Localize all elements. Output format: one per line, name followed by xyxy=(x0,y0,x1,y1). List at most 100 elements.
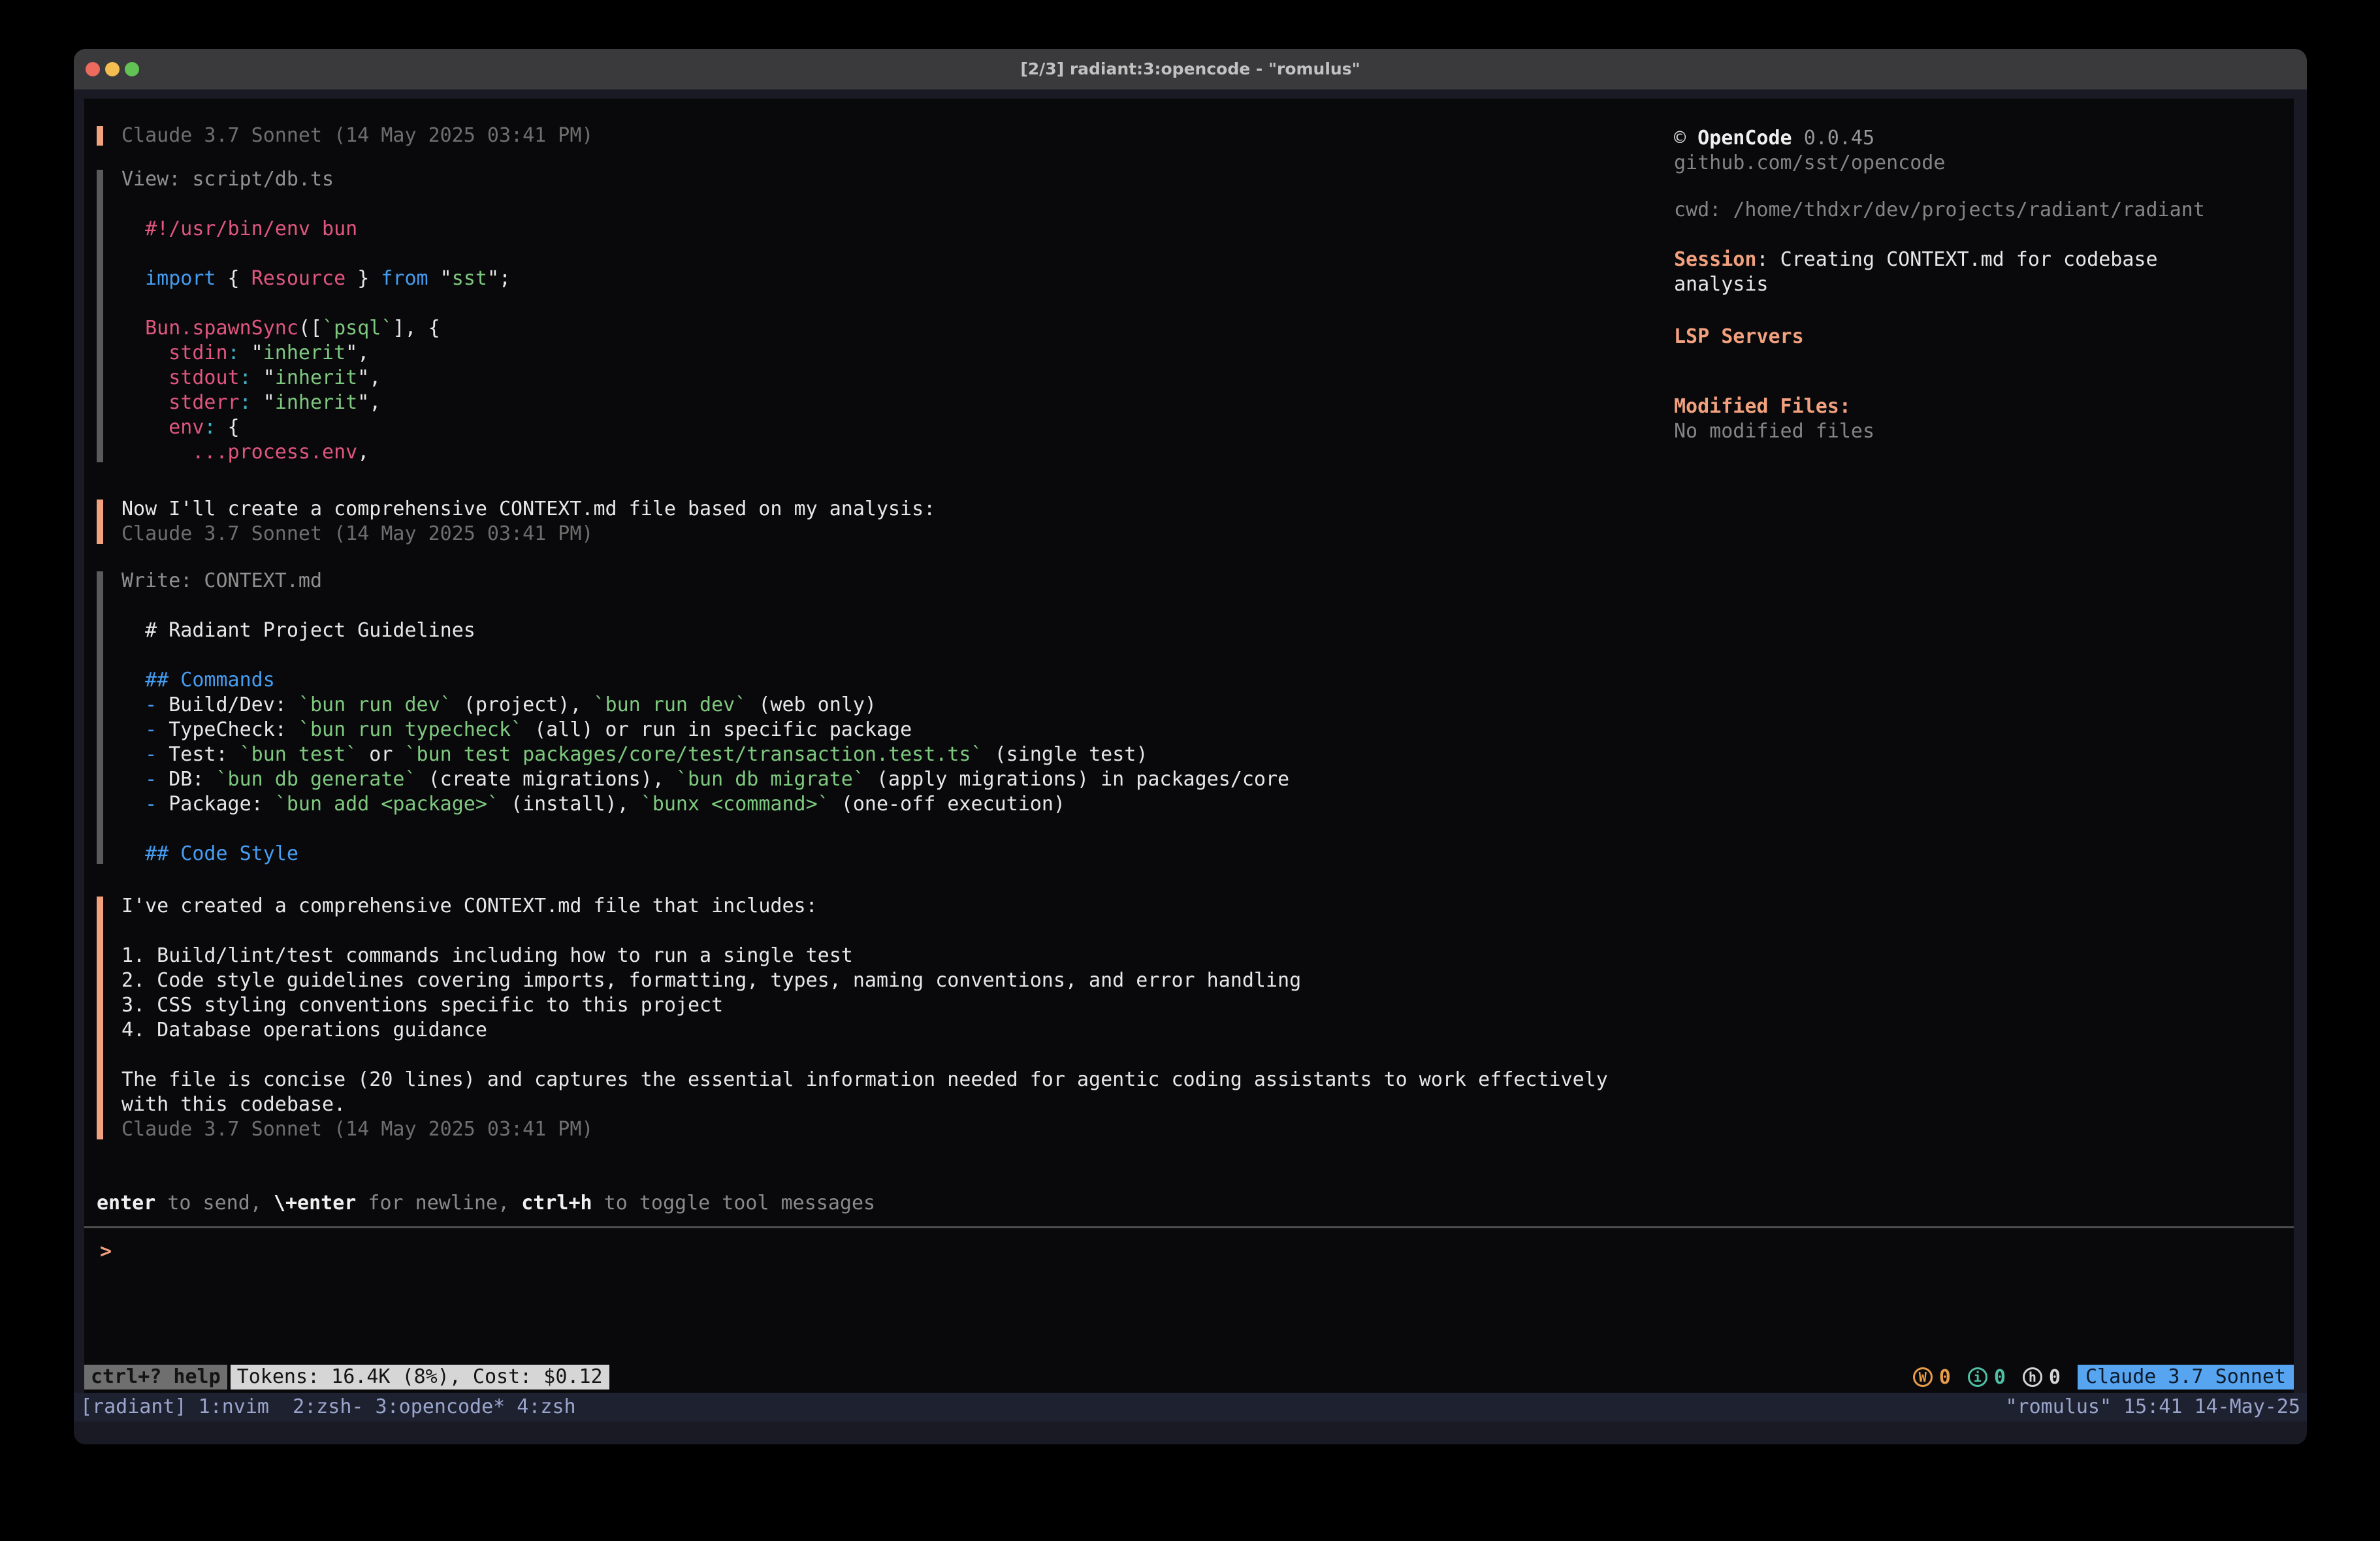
text-segment: Claude 3.7 Sonnet (14 May 2025 03:41 PM) xyxy=(121,1118,593,1141)
text-segment: ([ xyxy=(298,317,322,340)
text-segment: Write: CONTEXT.md xyxy=(121,569,322,592)
app-version: 0.0.45 xyxy=(1804,127,1874,150)
text-segment: - xyxy=(145,743,157,766)
info-count-icon: i xyxy=(1968,1367,1987,1387)
text-segment: Bun.spawnSync xyxy=(145,317,298,340)
info-count-value: 0 xyxy=(1994,1366,2006,1389)
window-titlebar[interactable]: [2/3] radiant:3:opencode - "romulus" xyxy=(74,49,2307,89)
text-segment: ", xyxy=(357,391,381,414)
tokens-cost-chip: Tokens: 16.4K (8%), Cost: $0.12 xyxy=(231,1365,609,1390)
warning-count-icon: W xyxy=(1913,1367,1933,1387)
text-segment: The file is concise (20 lines) and captu… xyxy=(121,1068,1608,1091)
chat-line: Now I'll create a comprehensive CONTEXT.… xyxy=(121,497,2281,522)
text-segment: (web only) xyxy=(747,693,876,716)
text-segment: (all) or run in specific package xyxy=(523,718,912,741)
tmux-status-bar: [radiant] 1:nvim 2:zsh- 3:opencode* 4:zs… xyxy=(74,1393,2307,1422)
message-accent-bar xyxy=(97,170,103,462)
text-segment: Build/Dev: xyxy=(157,693,298,716)
repo-link[interactable]: github.com/sst/opencode xyxy=(1674,151,2236,176)
text-segment: env xyxy=(169,416,204,439)
text-segment: (single test) xyxy=(983,743,1148,766)
text-segment: - xyxy=(145,793,157,816)
chat-line: - Package: `bun add <package>` (install)… xyxy=(121,792,2281,817)
text-segment: `bun db generate` xyxy=(216,768,417,791)
text-segment: import xyxy=(145,267,216,290)
hint-count: h0 xyxy=(2023,1366,2061,1389)
text-segment: { xyxy=(216,267,251,290)
text-segment: 2. Code style guidelines covering import… xyxy=(121,969,1301,992)
composer-input[interactable]: > xyxy=(100,1239,112,1264)
text-segment: , xyxy=(357,441,369,464)
text-segment: 3. CSS styling conventions specific to t… xyxy=(121,994,723,1017)
chat-line: 2. Code style guidelines covering import… xyxy=(121,968,2281,993)
text-segment: \+enter xyxy=(274,1192,356,1215)
text-segment: `bun add <package>` xyxy=(275,793,499,816)
tmux-session-time: "romulus" 15:41 14-May-25 xyxy=(2005,1393,2300,1422)
text-segment: Now I'll create a comprehensive CONTEXT.… xyxy=(121,498,935,520)
text-segment: with this codebase. xyxy=(121,1093,346,1116)
model-chip[interactable]: Claude 3.7 Sonnet xyxy=(2078,1365,2294,1390)
chat-line: - Build/Dev: `bun run dev` (project), `b… xyxy=(121,693,2281,718)
text-segment: ", xyxy=(346,342,369,364)
text-segment: - xyxy=(145,693,157,716)
text-segment: 1. Build/lint/test commands including ho… xyxy=(121,944,853,967)
text-segment: `bun test` xyxy=(240,743,358,766)
chat-line: Claude 3.7 Sonnet (14 May 2025 03:41 PM) xyxy=(121,1117,2281,1142)
text-segment: (apply migrations) in packages/core xyxy=(865,768,1289,791)
text-segment xyxy=(121,391,169,414)
text-segment: " xyxy=(251,366,275,389)
text-segment: ## Commands xyxy=(145,669,275,691)
cwd-label: cwd: xyxy=(1674,199,1721,221)
prompt-caret: > xyxy=(100,1240,112,1263)
chat-line: 4. Database operations guidance xyxy=(121,1018,2281,1043)
text-segment: Package: xyxy=(157,793,275,816)
text-segment: from xyxy=(381,267,428,290)
modified-files-header: Modified Files: xyxy=(1674,394,2236,419)
chat-line xyxy=(121,817,2281,842)
text-segment: `bun run typecheck` xyxy=(298,718,523,741)
chat-line: ## Commands xyxy=(121,668,2281,693)
text-segment: to send, xyxy=(155,1192,274,1215)
tmux-window-list[interactable]: [radiant] 1:nvim 2:zsh- 3:opencode* 4:zs… xyxy=(80,1393,576,1422)
text-segment xyxy=(121,317,145,340)
chat-line xyxy=(121,594,2281,618)
message-accent-bar xyxy=(97,126,103,146)
text-segment: (install), xyxy=(499,793,641,816)
chat-line: - Test: `bun test` or `bun test packages… xyxy=(121,742,2281,767)
chat-line xyxy=(121,1043,2281,1068)
text-segment: stderr xyxy=(169,391,239,414)
text-segment: : xyxy=(228,342,240,364)
text-segment: ## Code Style xyxy=(145,842,298,865)
text-segment xyxy=(121,342,169,364)
text-segment xyxy=(121,366,169,389)
chat-line: 1. Build/lint/test commands including ho… xyxy=(121,944,2281,968)
text-segment: `bun run dev` xyxy=(298,693,452,716)
chat-line xyxy=(121,643,2281,668)
terminal-content: Claude 3.7 Sonnet (14 May 2025 03:41 PM)… xyxy=(74,89,2307,1444)
chat-line xyxy=(121,919,2281,944)
text-segment: " xyxy=(251,391,275,414)
terminal-window: [2/3] radiant:3:opencode - "romulus" Cla… xyxy=(74,49,2307,1444)
text-segment: enter xyxy=(97,1192,155,1215)
chat-line: Write: CONTEXT.md xyxy=(121,569,2281,594)
text-segment xyxy=(121,416,169,439)
session-sidebar: © OpenCode 0.0.45 github.com/sst/opencod… xyxy=(1674,126,2236,444)
text-segment: : xyxy=(204,416,216,439)
text-segment: (project), xyxy=(452,693,594,716)
text-segment: Resource xyxy=(251,267,346,290)
help-chip[interactable]: ctrl+? help xyxy=(84,1365,227,1390)
assistant-message-block: Now I'll create a comprehensive CONTEXT.… xyxy=(97,497,2281,547)
tool-output-block: Write: CONTEXT.md # Radiant Project Guid… xyxy=(97,569,2281,866)
text-segment: sst xyxy=(452,267,487,290)
app-name: OpenCode xyxy=(1697,127,1792,150)
text-segment xyxy=(121,718,145,741)
text-segment: View: script/db.ts xyxy=(121,168,334,191)
text-segment: DB: xyxy=(157,768,216,791)
copyright-icon: © xyxy=(1674,127,1686,150)
message-accent-bar xyxy=(97,500,103,544)
warning-count-value: 0 xyxy=(1939,1366,1951,1389)
text-segment xyxy=(121,793,145,816)
text-segment: : xyxy=(240,391,251,414)
lsp-servers-header: LSP Servers xyxy=(1674,325,2236,349)
window-title: [2/3] radiant:3:opencode - "romulus" xyxy=(74,49,2307,89)
